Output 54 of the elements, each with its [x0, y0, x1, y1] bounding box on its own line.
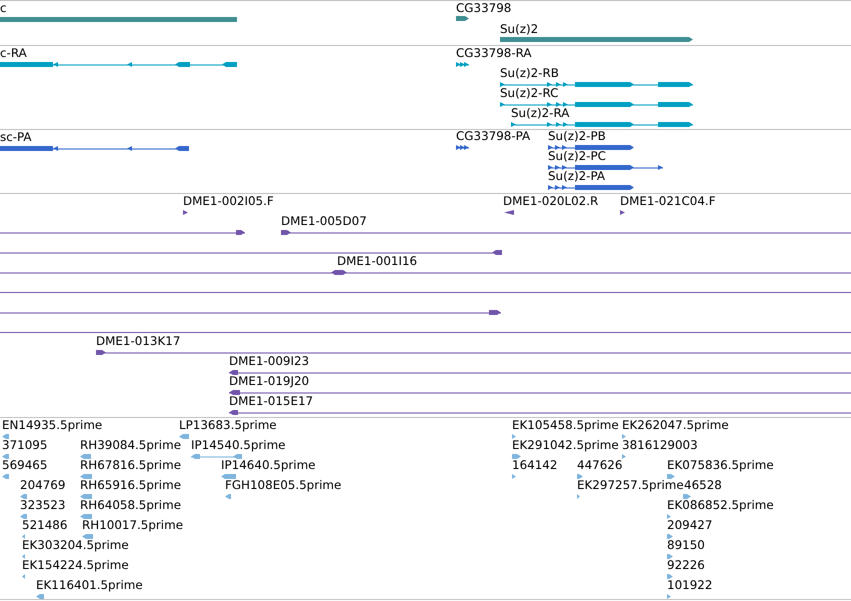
feature-label: Su(z)2: [500, 22, 538, 36]
feature-label: c-RA: [0, 47, 27, 60]
feature-label: 209427: [667, 519, 712, 532]
feature-label: FGH108E05.5prime: [225, 479, 342, 492]
feature-label: RH10017.5prime: [82, 519, 184, 532]
feature-label: 323523: [20, 499, 66, 512]
feature-label: DME1-013K17: [96, 335, 180, 348]
feature-label: EK291042.5prime: [512, 439, 619, 452]
feature-label: DME1-015E17: [229, 395, 314, 408]
feature-label: RH64058.5prime: [80, 499, 182, 512]
feature-label: CG33798: [456, 2, 512, 15]
feature-label: 92226: [667, 559, 705, 572]
feature-label: EK105458.5prime: [512, 419, 619, 432]
feature-label: LP13683.5prime: [179, 419, 277, 432]
feature-label: 89150: [667, 539, 705, 552]
feature-label: 204769: [20, 479, 66, 492]
feature-label: 101922: [667, 579, 712, 592]
feature-label: RH39084.5prime: [80, 439, 182, 452]
feature-label: EK303204.5prime: [22, 539, 129, 552]
feature-label: EN14935.5prime: [2, 419, 102, 432]
feature-label: DME1-001I16: [337, 255, 418, 268]
feature-label: DME1-002I05.F: [183, 195, 274, 208]
feature-label: DME1-020L02.R: [503, 195, 598, 208]
feature-label: Su(z)2-RC: [500, 87, 558, 100]
feature-label: CG33798-RA: [456, 47, 532, 60]
feature-label: DME1-019J20: [229, 375, 310, 388]
feature-label: Su(z)2-PB: [548, 130, 606, 144]
feature-label: Su(z)2-RB: [500, 67, 559, 80]
feature-label: EK262047.5prime: [622, 419, 729, 432]
feature-label: EK297257.5prime: [577, 479, 684, 492]
feature-label: 46528: [684, 479, 722, 492]
feature-label: c: [0, 2, 7, 16]
feature-label: EK116401.5prime: [36, 579, 143, 592]
feature-label: 3816129003: [622, 439, 698, 452]
feature-label: DME1-009I23: [229, 355, 310, 368]
feature-label: 569465: [2, 459, 48, 472]
feature-label: Su(z)2-RA: [511, 107, 570, 120]
feature-label: Su(z)2-PA: [548, 170, 606, 184]
feature-label: 447626: [577, 459, 622, 472]
feature-label: RH65916.5prime: [80, 479, 182, 492]
feature-label: Su(z)2-PC: [548, 150, 606, 164]
feature-label: DME1-005D07: [281, 215, 367, 228]
feature-label: DME1-021C04.F: [620, 195, 716, 208]
feature-label: EK154224.5prime: [22, 559, 129, 572]
feature-label: EK075836.5prime: [667, 459, 774, 472]
feature-label: IP14540.5prime: [191, 439, 286, 452]
feature-label: RH67816.5prime: [80, 459, 182, 472]
feature-label: 371095: [2, 439, 48, 452]
feature-label: IP14640.5prime: [221, 459, 316, 472]
feature-label: EK086852.5prime: [667, 499, 774, 512]
feature-label: 164142: [512, 459, 558, 472]
feature-label: sc-PA: [0, 131, 32, 144]
feature-label: 521486: [22, 519, 68, 532]
feature-label: CG33798-PA: [456, 130, 530, 144]
